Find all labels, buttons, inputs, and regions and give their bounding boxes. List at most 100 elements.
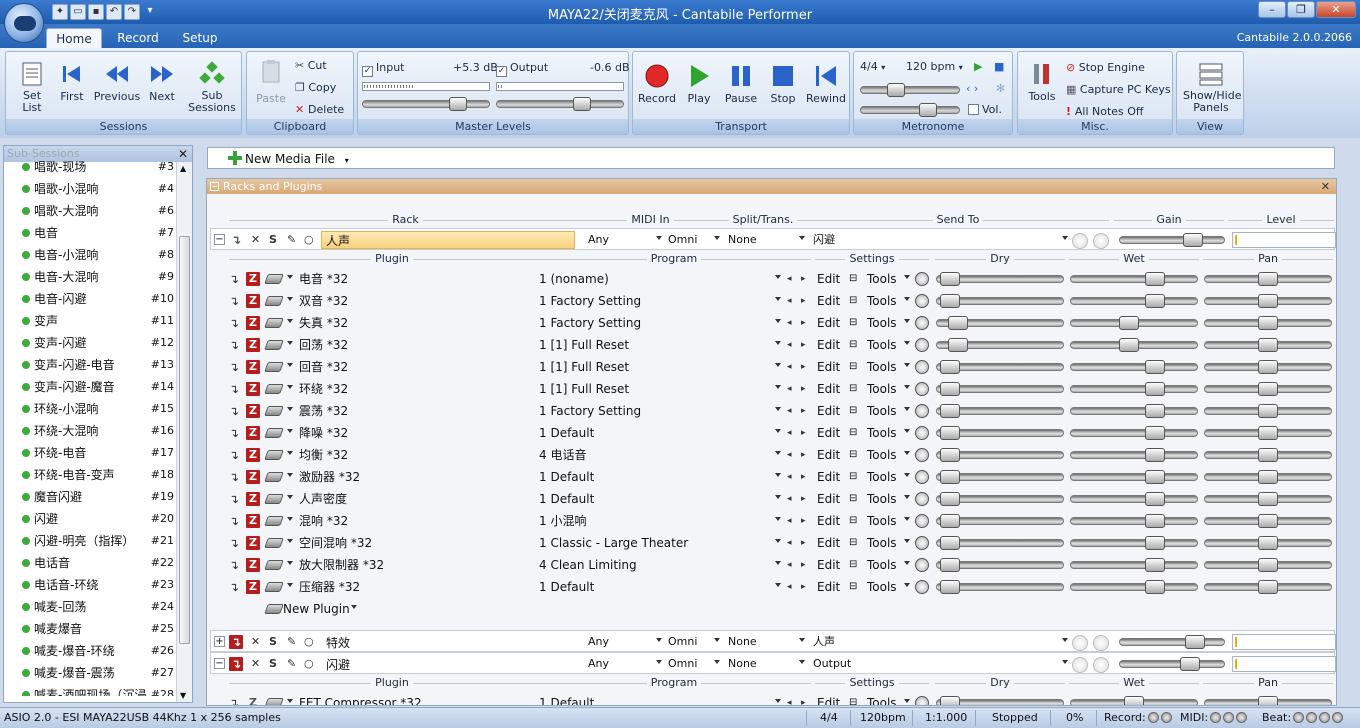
plugin-dry-slider[interactable]: [936, 492, 1064, 506]
program-next-icon[interactable]: ▸: [801, 466, 806, 488]
settings-icon[interactable]: ⊟: [849, 356, 857, 378]
plugin-name[interactable]: 激励器 *32: [299, 466, 360, 488]
chevron-down-icon[interactable]: [656, 236, 662, 240]
plugin-wet-slider[interactable]: [1070, 580, 1198, 594]
list-item[interactable]: 闪避 #20: [4, 508, 176, 530]
plugin-program[interactable]: 1 Factory Setting: [539, 400, 641, 422]
plugin-row[interactable]: ↴ Z 双音 *32 1 Factory Setting ◂ ▸ Edit ⊟ Tools: [207, 290, 1336, 312]
close-icon[interactable]: ✕: [1321, 179, 1330, 194]
plugin-enable-icon[interactable]: Z: [246, 492, 260, 506]
collapse-icon[interactable]: −: [214, 234, 225, 245]
list-item[interactable]: 喊麦-爆音-震荡 #27: [4, 662, 176, 684]
rack-midi-channel[interactable]: Omni: [668, 631, 697, 653]
plugin-edit-button[interactable]: Edit: [817, 268, 840, 290]
tab-home[interactable]: Home: [46, 28, 102, 48]
chevron-down-icon[interactable]: [287, 517, 293, 521]
settings-icon[interactable]: ⊟: [849, 290, 857, 312]
rack-edit-icon[interactable]: ✎: [287, 229, 296, 251]
plugin-dry-slider[interactable]: [936, 294, 1064, 308]
list-item[interactable]: 魔音闪避 #19: [4, 486, 176, 508]
rack-delete-icon[interactable]: ✕: [251, 229, 260, 251]
plugin-pan-slider-knob[interactable]: [1258, 514, 1278, 528]
plugin-program[interactable]: 1 小混响: [539, 510, 586, 532]
plugin-wet-slider-knob[interactable]: [1145, 470, 1165, 484]
chevron-down-icon[interactable]: [287, 473, 293, 477]
metronome-slider-1[interactable]: [860, 83, 960, 97]
plugin-row[interactable]: ↴ Z 失真 *32 1 Factory Setting ◂ ▸ Edit ⊟ Tools: [207, 312, 1336, 334]
plugin-wet-slider[interactable]: [1070, 360, 1198, 374]
chevron-down-icon[interactable]: [904, 495, 910, 499]
chevron-down-icon[interactable]: [775, 297, 781, 301]
volume-checkbox[interactable]: [968, 104, 979, 115]
settings-icon[interactable]: ⊟: [849, 334, 857, 356]
chevron-down-icon[interactable]: [775, 495, 781, 499]
rewind-button[interactable]: Rewind: [803, 62, 849, 105]
plugin-dry-slider-knob[interactable]: [940, 360, 960, 374]
plugin-edit-button[interactable]: Edit: [817, 576, 840, 598]
rack-midi-input[interactable]: Any: [588, 229, 609, 251]
plugin-wet-slider[interactable]: [1070, 470, 1198, 484]
plugin-enable-icon[interactable]: Z: [246, 338, 260, 352]
expand-icon[interactable]: +: [214, 636, 225, 647]
rack-gain-slider[interactable]: [1119, 233, 1225, 247]
plugin-name[interactable]: 环绕 *32: [299, 378, 348, 400]
plugin-name[interactable]: 失真 *32: [299, 312, 348, 334]
metronome-settings-icon[interactable]: ✻: [996, 82, 1005, 95]
plugin-edit-button[interactable]: Edit: [817, 290, 840, 312]
plugin-row[interactable]: ↴ Z 震荡 *32 1 Factory Setting ◂ ▸ Edit ⊟ Tools: [207, 400, 1336, 422]
plugin-row[interactable]: ↴ Z FET Compressor *32 1 Default ◂ ▸ Edit ⊟ Tool…: [207, 692, 1336, 705]
program-next-icon[interactable]: ▸: [801, 400, 806, 422]
plugin-program[interactable]: 1 Factory Setting: [539, 290, 641, 312]
program-next-icon[interactable]: ▸: [801, 576, 806, 598]
plugin-route-icon[interactable]: ↴: [229, 400, 239, 422]
chevron-down-icon[interactable]: [904, 473, 910, 477]
rack-send-to[interactable]: 闪避: [813, 229, 835, 251]
plugin-edit-button[interactable]: Edit: [817, 422, 840, 444]
rack-name[interactable]: 特效: [321, 633, 575, 651]
sub-sessions-button[interactable]: Sub Sessions: [184, 60, 240, 114]
plugin-options-icon[interactable]: [915, 294, 929, 308]
metronome-stop-icon[interactable]: ■: [994, 60, 1004, 73]
chevron-down-icon[interactable]: [656, 638, 662, 642]
program-next-icon[interactable]: ▸: [801, 334, 806, 356]
plugin-dry-slider[interactable]: [936, 448, 1064, 462]
plugin-wet-slider-knob[interactable]: [1119, 316, 1139, 330]
rack-edit-icon[interactable]: ✎: [287, 631, 296, 653]
plugin-row[interactable]: ↴ Z 回荡 *32 1 [1] Full Reset ◂ ▸ Edit ⊟ Tools: [207, 334, 1336, 356]
plugin-wet-slider[interactable]: [1070, 558, 1198, 572]
program-prev-icon[interactable]: ◂: [787, 422, 792, 444]
plugin-wet-slider-knob[interactable]: [1124, 696, 1144, 705]
plugin-dry-slider[interactable]: [936, 470, 1064, 484]
program-next-icon[interactable]: ▸: [801, 692, 806, 705]
chevron-down-icon[interactable]: [904, 341, 910, 345]
plugin-pan-slider-knob[interactable]: [1258, 360, 1278, 374]
program-prev-icon[interactable]: ◂: [787, 466, 792, 488]
plugin-route-icon[interactable]: ↴: [229, 488, 239, 510]
plugin-tools-button[interactable]: Tools: [867, 510, 897, 532]
plugin-wet-slider-knob[interactable]: [1145, 404, 1165, 418]
chevron-down-icon[interactable]: [775, 429, 781, 433]
chevron-down-icon[interactable]: [1062, 660, 1068, 664]
plugin-pan-slider-knob[interactable]: [1258, 294, 1278, 308]
plugin-route-icon[interactable]: ↴: [229, 510, 239, 532]
plugin-pan-slider[interactable]: [1204, 338, 1332, 352]
plugin-name[interactable]: 回荡 *32: [299, 334, 348, 356]
metronome-knob-2[interactable]: [919, 103, 937, 117]
plugin-enable-icon[interactable]: Z: [246, 470, 260, 484]
plugin-pan-slider-knob[interactable]: [1258, 492, 1278, 506]
chevron-down-icon[interactable]: [287, 363, 293, 367]
settings-icon[interactable]: ⊟: [849, 532, 857, 554]
plugin-pan-slider[interactable]: [1204, 580, 1332, 594]
plugin-dry-slider[interactable]: [936, 558, 1064, 572]
rack-split[interactable]: None: [728, 631, 757, 653]
plugin-program[interactable]: 4 Clean Limiting: [539, 554, 637, 576]
chevron-down-icon[interactable]: [287, 319, 293, 323]
plugin-name[interactable]: 混响 *32: [299, 510, 348, 532]
copy-button[interactable]: ❐ Copy: [295, 81, 336, 94]
output-gain-knob[interactable]: [573, 97, 591, 111]
chevron-down-icon[interactable]: [287, 451, 293, 455]
input-gain-knob[interactable]: [449, 97, 467, 111]
plugin-edit-button[interactable]: Edit: [817, 510, 840, 532]
plugin-program[interactable]: 1 Default: [539, 576, 594, 598]
plugin-pan-slider-knob[interactable]: [1258, 426, 1278, 440]
